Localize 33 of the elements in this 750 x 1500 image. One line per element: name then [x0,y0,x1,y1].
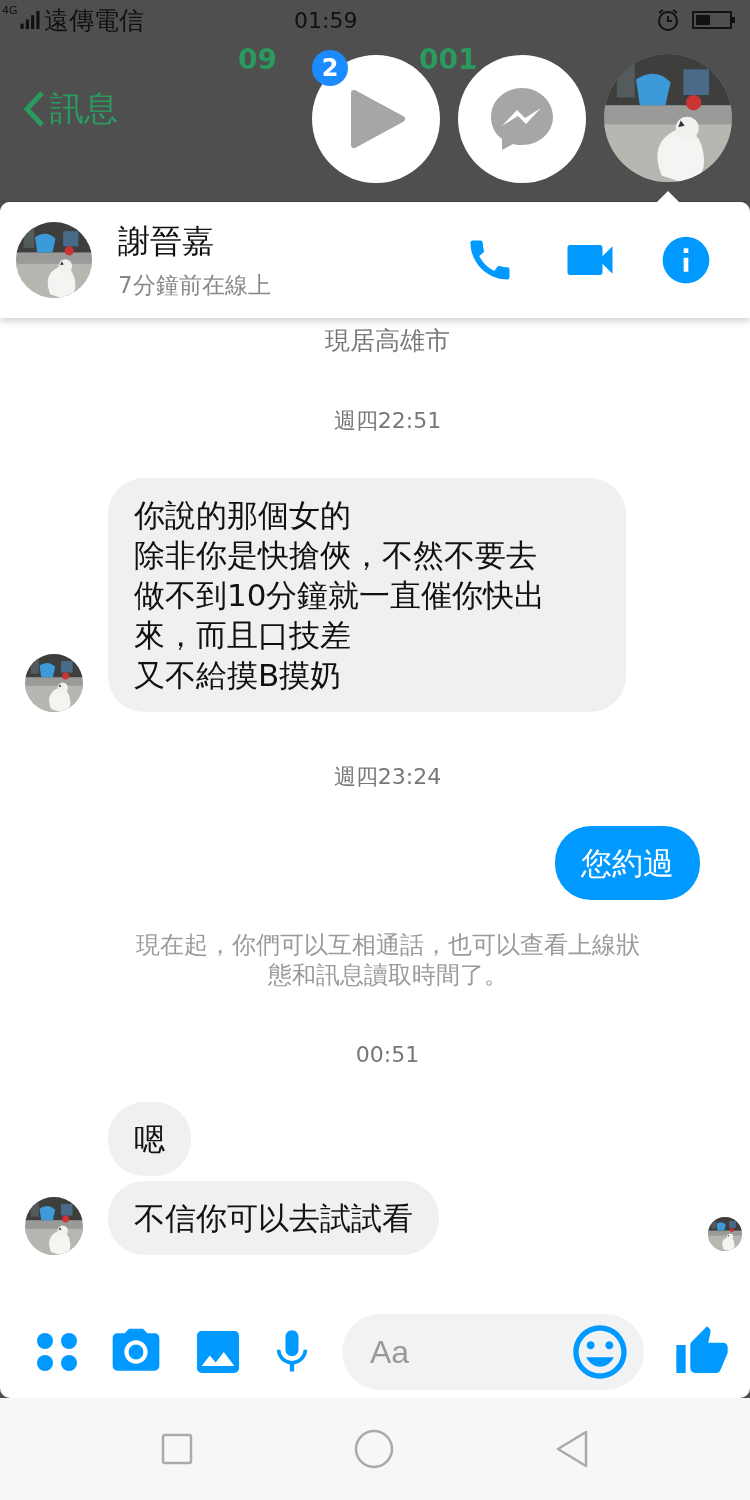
timestamp: 週四22:51 [333,407,442,435]
signal-icon [20,11,40,29]
notification-badge: 2 [312,50,348,86]
online-status: 7分鐘前在線上 [118,270,272,300]
network-type: 4G [2,4,18,17]
alarm-icon [656,8,680,32]
message-text: 做不到10分鐘就一直催你快出來，而且口技差 [134,576,547,655]
info-text: 現居高雄市 [325,326,450,356]
back-icon[interactable] [555,1430,590,1468]
contact-name: 謝晉嘉 [118,220,215,262]
clock: 01:59 [294,7,358,33]
phone-number: 09 [238,46,277,74]
recent-apps-icon[interactable] [160,1433,193,1465]
timestamp: 00:51 [355,1041,420,1069]
seen-avatar [708,1217,742,1251]
message-text: 您約過 [581,844,674,883]
home-icon[interactable] [354,1429,394,1469]
message-text: 不信你可以去試試看 [134,1199,413,1238]
messenger-icon [489,86,555,152]
message-text: 除非你是快搶俠，不然不要去 [134,536,538,575]
carrier-name: 遠傳電信 [44,4,144,37]
notice-text: 現在起，你們可以互相通話，也可以查看上線狀態和訊息讀取時間了。 [134,930,641,990]
message-input[interactable]: Aa [368,1332,568,1372]
chevron-icon [22,89,46,129]
apps-icon[interactable] [36,1332,78,1372]
message-text: 你說的那個女的 [134,496,352,535]
timestamp: 週四23:24 [333,763,442,791]
message-text: 嗯 [134,1120,165,1159]
battery-icon [692,10,736,30]
message-text: 又不給摸B摸奶 [134,656,343,695]
message-field[interactable]: Aa [342,1314,644,1390]
phone-number: 001 [418,46,478,74]
back-link[interactable]: 訊息 [22,86,118,132]
